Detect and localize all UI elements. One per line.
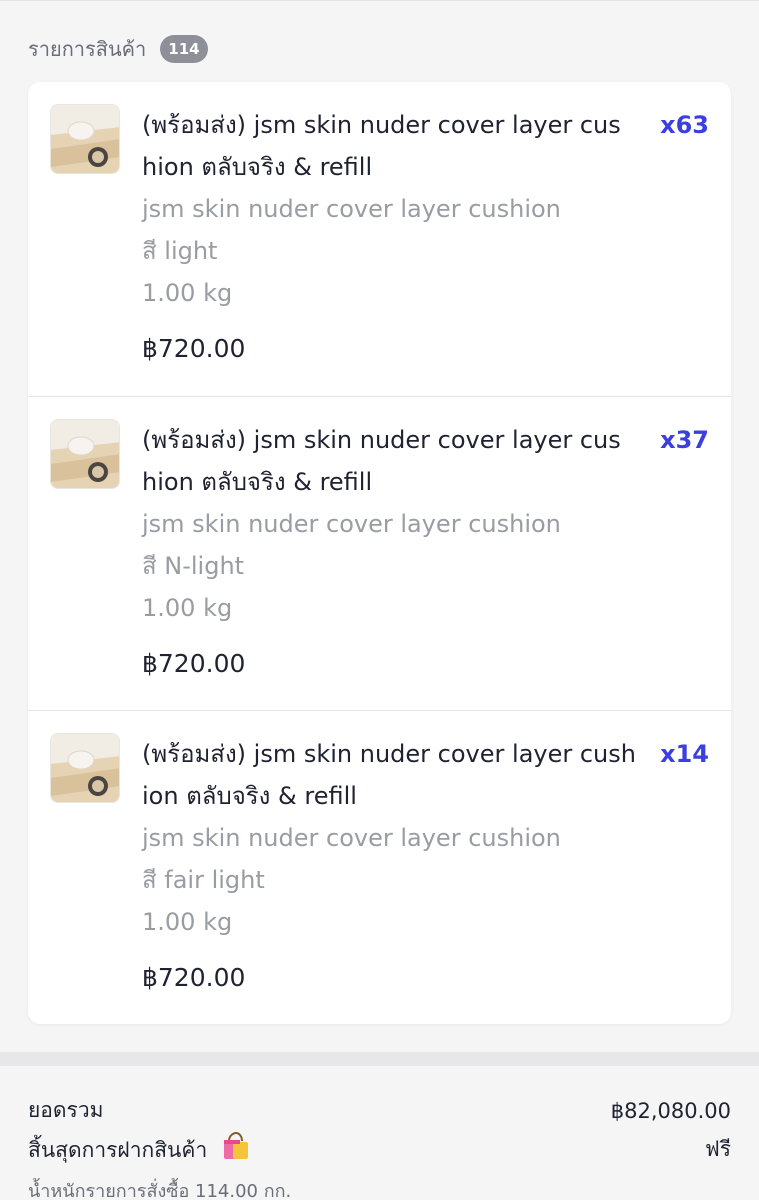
top-divider <box>0 0 759 1</box>
total-label: ยอดรวม <box>28 1098 104 1122</box>
quantity: x37 <box>660 426 709 454</box>
product-thumbnail[interactable] <box>50 104 120 174</box>
product-title: (พร้อมส่ง) jsm skin nuder cover layer cu… <box>142 740 636 810</box>
item-weight: 1.00 kg <box>142 279 233 307</box>
item-weight: 1.00 kg <box>142 594 233 622</box>
section-title: รายการสินค้า <box>28 37 147 61</box>
variant-name: jsm skin nuder cover layer cushion <box>142 195 561 223</box>
quantity: x63 <box>660 111 709 139</box>
product-title: (พร้อมส่ง) jsm skin nuder cover layer cu… <box>142 111 621 181</box>
item-count-badge: 114 <box>160 35 208 63</box>
shipping-row: สิ้นสุดการฝากสินค้า ฟรี <box>28 1131 731 1167</box>
item-price: ฿720.00 <box>142 649 246 678</box>
shipping-label-wrap: สิ้นสุดการฝากสินค้า <box>28 1131 250 1167</box>
item-price: ฿720.00 <box>142 334 246 363</box>
order-weight-note: น้ำหนักรายการสั่งซื้อ 114.00 กก. <box>28 1181 292 1200</box>
variant-name: jsm skin nuder cover layer cushion <box>142 824 561 852</box>
shopping-bag-icon <box>220 1131 250 1165</box>
product-thumbnail[interactable] <box>50 733 120 803</box>
list-item[interactable]: (พร้อมส่ง) jsm skin nuder cover layer cu… <box>28 82 731 396</box>
quantity: x14 <box>660 740 709 768</box>
shipping-value: ฟรี <box>704 1137 731 1161</box>
item-weight: 1.00 kg <box>142 908 233 936</box>
product-thumbnail[interactable] <box>50 419 120 489</box>
variant-color: สี N-light <box>142 552 245 580</box>
variant-name: jsm skin nuder cover layer cushion <box>142 510 561 538</box>
list-item[interactable]: (พร้อมส่ง) jsm skin nuder cover layer cu… <box>28 396 731 710</box>
item-price: ฿720.00 <box>142 963 246 992</box>
product-title: (พร้อมส่ง) jsm skin nuder cover layer cu… <box>142 426 621 496</box>
total-row: ยอดรวม ฿82,080.00 <box>28 1094 731 1127</box>
list-item[interactable]: (พร้อมส่ง) jsm skin nuder cover layer cu… <box>28 710 731 1024</box>
variant-color: สี fair light <box>142 866 265 894</box>
variant-color: สี light <box>142 237 218 265</box>
total-value: ฿82,080.00 <box>610 1098 731 1123</box>
section-divider <box>0 1052 759 1066</box>
order-items-card: (พร้อมส่ง) jsm skin nuder cover layer cu… <box>28 82 731 1024</box>
section-header: รายการสินค้า 114 <box>28 32 208 66</box>
shipping-label: สิ้นสุดการฝากสินค้า <box>28 1138 208 1162</box>
